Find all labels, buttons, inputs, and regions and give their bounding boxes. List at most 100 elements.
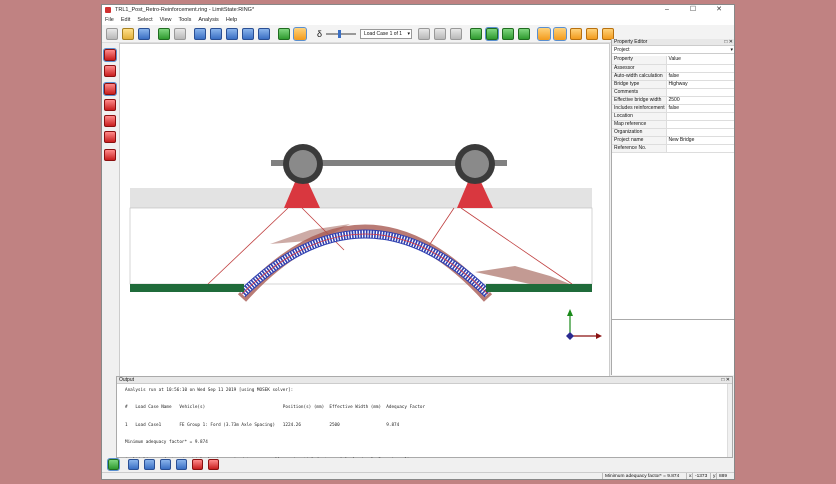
soil-fill-band [130,188,592,208]
palette-tool-2-icon[interactable] [104,65,116,77]
output-scrollbar[interactable] [727,384,732,457]
output-header: Output □ ✕ [117,377,732,384]
output-controls[interactable]: □ ✕ [721,377,730,384]
zoom-icon[interactable] [210,28,222,40]
object-selector-value: Project [614,47,630,53]
palette-tool-4-icon[interactable] [104,99,116,111]
view-box-icon[interactable] [208,459,219,470]
property-row[interactable]: Includes reinforcement false [612,104,734,113]
bottom-toolbar [102,458,734,472]
property-row[interactable]: Comments [612,88,734,97]
column-header-value: Value [666,56,734,65]
property-value[interactable] [666,112,734,121]
model-canvas[interactable] [119,43,610,377]
property-value[interactable]: false [666,72,734,81]
maximize-button[interactable]: ☐ [680,5,706,15]
property-name: Comments [612,88,667,97]
undo-icon[interactable] [158,28,170,40]
deformation-slider[interactable] [326,33,356,35]
property-value[interactable]: Highway [666,80,734,89]
property-name: Bridge type [612,80,667,89]
property-table-header: Property Value [612,56,734,65]
view-green-4-icon[interactable] [518,28,530,40]
menu-tools[interactable]: Tools [178,17,191,23]
property-value[interactable] [666,88,734,97]
redo-icon[interactable] [174,28,186,40]
property-name: Location [612,112,667,121]
property-row[interactable]: Project name New Bridge [612,136,734,145]
view-front-icon[interactable] [128,459,139,470]
object-selector[interactable]: Project ▾ [612,46,734,54]
property-row[interactable]: Auto-width calculation false [612,72,734,81]
output-line: Analysis run at 10:56:10 on Wed Sep 11 2… [125,388,294,393]
view-side-icon[interactable] [144,459,155,470]
palette-tool-7-icon[interactable] [104,149,116,161]
display-orange-3-icon[interactable] [570,28,582,40]
property-row[interactable]: Map reference [612,120,734,129]
slider-thumb[interactable] [338,30,341,38]
output-panel: Output □ ✕ Analysis run at 10:56:10 on W… [116,376,733,463]
property-row[interactable]: Effective bridge width 2500 [612,96,734,105]
select-icon[interactable] [194,28,206,40]
measure-icon[interactable] [258,28,270,40]
display-orange-4-icon[interactable] [586,28,598,40]
display-orange-1-icon[interactable] [537,27,551,41]
save-icon[interactable] [138,28,150,40]
property-panel-divider [612,319,734,320]
property-row[interactable]: Bridge type Highway [612,80,734,89]
window-controls: – ☐ ✕ [654,5,732,15]
output-line: # Load Case Name Vehicle(s) Position(s) … [125,405,426,411]
property-editor-controls[interactable]: □ ✕ [724,39,733,46]
bridge-drawing[interactable] [120,44,610,377]
view-red-icon[interactable] [192,459,203,470]
view-green-2-icon[interactable] [485,27,499,41]
open-folder-icon[interactable] [122,28,134,40]
property-row[interactable]: Organization [612,128,734,137]
property-name: Project name [612,136,667,145]
zoom-fit-icon[interactable] [226,28,238,40]
menu-edit[interactable]: Edit [121,17,130,23]
zoom-out-icon[interactable] [450,28,462,40]
window-title: TRL1_Post_Retro-Reinforcement.ring - Lim… [115,7,255,13]
property-value[interactable] [666,120,734,129]
property-name: Effective bridge width [612,96,667,105]
property-value[interactable]: New Bridge [666,136,734,145]
load-case-select[interactable]: Load Case 1 of 1 ▾ [360,29,412,39]
minimize-button[interactable]: – [654,5,680,15]
menu-view[interactable]: View [160,17,172,23]
origin-marker [566,332,574,340]
menu-analysis[interactable]: Analysis [198,17,218,23]
view-top-icon[interactable] [160,459,171,470]
menu-help[interactable]: Help [226,17,237,23]
app-window: TRL1_Post_Retro-Reinforcement.ring - Lim… [101,4,735,480]
property-value[interactable] [666,64,734,73]
menu-select[interactable]: Select [137,17,152,23]
animate-icon[interactable] [293,27,307,41]
view-green-1-icon[interactable] [470,28,482,40]
menu-file[interactable]: File [105,17,114,23]
pan-icon[interactable] [242,28,254,40]
zoom-in-icon[interactable] [434,28,446,40]
palette-tool-5-icon[interactable] [104,115,116,127]
chevron-down-icon: ▾ [407,31,410,37]
palette-tool-6-icon[interactable] [104,131,116,143]
palette-tool-1-icon[interactable] [103,48,117,62]
property-value[interactable]: 2500 [666,96,734,105]
search-icon[interactable] [418,28,430,40]
new-file-icon[interactable] [106,28,118,40]
display-orange-2-icon[interactable] [553,27,567,41]
close-button[interactable]: ✕ [706,5,732,15]
view-green-3-icon[interactable] [502,28,514,40]
property-row[interactable]: Location [612,112,734,121]
property-value[interactable] [666,144,734,153]
property-row[interactable]: Assessor [612,64,734,73]
solve-play-icon[interactable] [278,28,290,40]
view-iso-icon[interactable] [176,459,187,470]
property-value[interactable]: false [666,104,734,113]
property-value[interactable] [666,128,734,137]
refresh-icon[interactable] [107,458,120,471]
property-row[interactable]: Reference No. [612,144,734,153]
status-bar: Minimum adequacy factor* = 9.874 x: -137… [102,472,734,479]
palette-tool-3-icon[interactable] [103,82,117,96]
